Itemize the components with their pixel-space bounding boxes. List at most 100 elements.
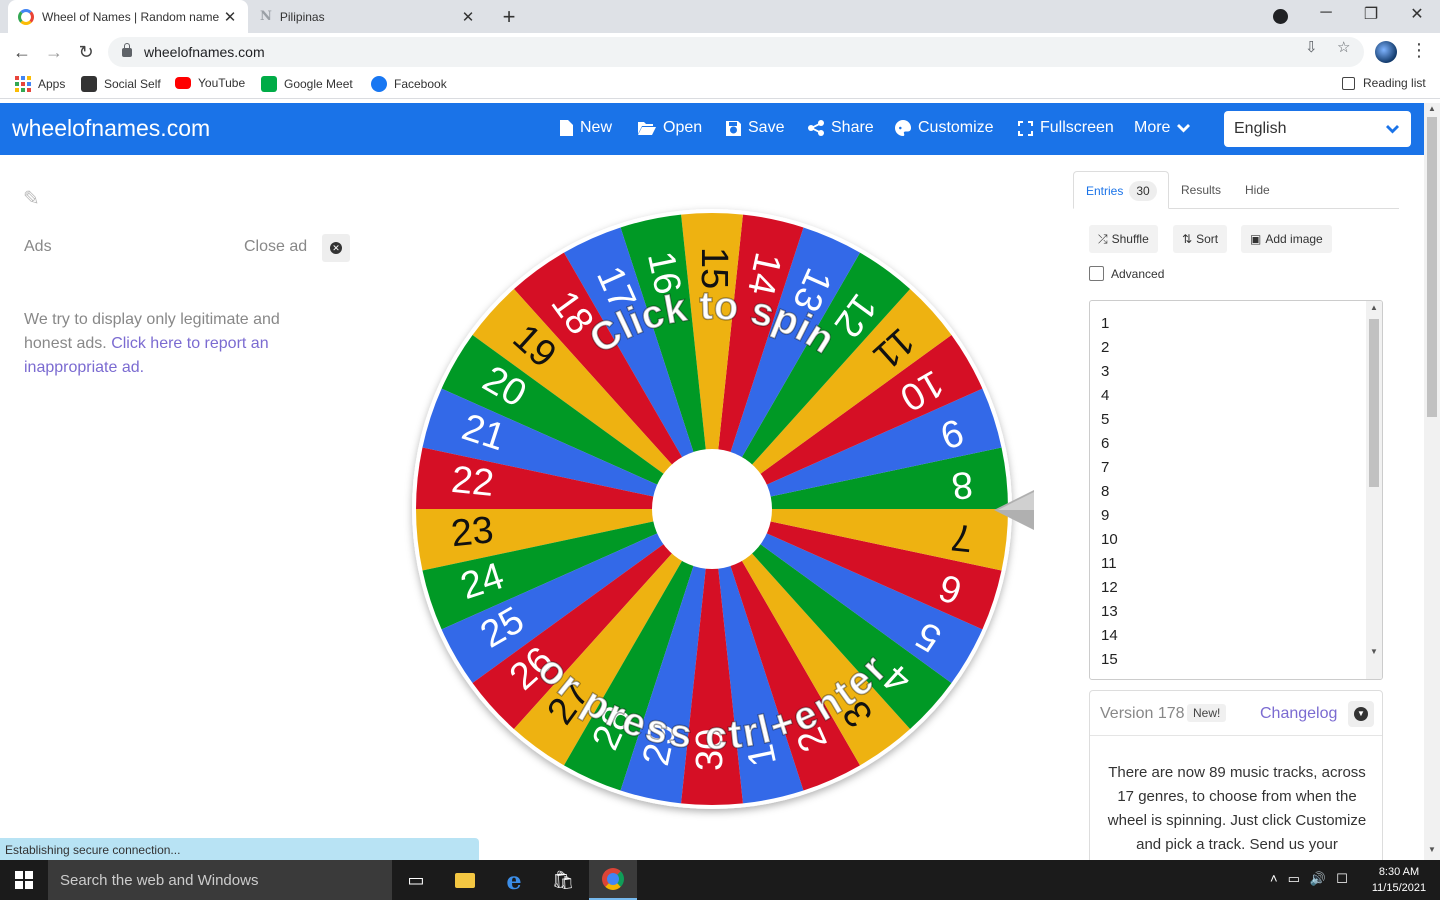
scroll-up-icon[interactable]: ▲ bbox=[1370, 303, 1378, 312]
close-ad-label[interactable]: Close ad bbox=[244, 238, 307, 256]
system-tray: ˄ ▭ 🔊 ☐ bbox=[1270, 871, 1348, 887]
entry-line: 12 bbox=[1101, 579, 1118, 596]
version-label: Version 178 bbox=[1100, 705, 1185, 722]
sort-icon: ⇅ bbox=[1182, 232, 1193, 246]
scroll-thumb[interactable] bbox=[1369, 319, 1379, 487]
network-icon[interactable]: ▭ bbox=[1288, 871, 1300, 887]
entry-list: 1 2 3 4 5 6 7 8 9 10 11 12 13 14 15 bbox=[1101, 312, 1118, 672]
entries-scrollbar[interactable]: ▲ ▼ bbox=[1366, 301, 1382, 679]
taskbar-search[interactable]: Search the web and Windows bbox=[48, 860, 392, 900]
nav-label: More bbox=[1134, 119, 1171, 136]
windows-taskbar: Search the web and Windows ▭ e 🛍 ˄ ▭ 🔊 ☐… bbox=[0, 860, 1440, 900]
version-notes: There are now 89 music tracks, across 17… bbox=[1107, 764, 1367, 853]
file-explorer-icon[interactable] bbox=[441, 860, 489, 900]
task-view-icon[interactable]: ▭ bbox=[392, 860, 440, 900]
tab-pilipinas[interactable]: N Pilipinas ✕ bbox=[250, 0, 486, 33]
scroll-down-icon[interactable]: ▼ bbox=[1428, 845, 1436, 854]
wheel-segment-label: 23 bbox=[449, 509, 495, 555]
close-tab-icon[interactable]: ✕ bbox=[222, 8, 238, 26]
tab-hide[interactable]: Hide bbox=[1245, 171, 1270, 209]
new-tab-icon[interactable]: + bbox=[498, 4, 520, 30]
scroll-down-icon[interactable]: ▼ bbox=[1370, 647, 1378, 656]
reading-list[interactable]: Reading list bbox=[1342, 76, 1426, 90]
entry-line: 13 bbox=[1101, 603, 1118, 620]
edit-icon[interactable]: ✎ bbox=[23, 186, 40, 211]
nav-save[interactable]: Save bbox=[726, 119, 784, 137]
notifications-icon[interactable]: ☐ bbox=[1336, 871, 1348, 887]
reload-icon[interactable]: ↻ bbox=[73, 39, 99, 65]
chevron-down-circle-icon: ▼ bbox=[1354, 707, 1368, 721]
language-value: English bbox=[1234, 120, 1287, 137]
wheel-graphic[interactable]: 1 234567891011121314151617181920212223242… bbox=[410, 207, 1014, 811]
browser-tabstrip: Wheel of Names | Random name picker ✕ N … bbox=[0, 0, 1440, 33]
address-bar[interactable]: wheelofnames.com bbox=[108, 37, 1364, 67]
nav-label: Open bbox=[663, 119, 703, 136]
tab-results[interactable]: Results bbox=[1181, 171, 1221, 209]
nav-share[interactable]: Share bbox=[808, 119, 874, 137]
bookmark-youtube[interactable]: YouTube bbox=[175, 76, 245, 90]
bookmarks-bar: Apps Social Self YouTube Google Meet Fac… bbox=[0, 71, 1440, 99]
collapse-button[interactable]: ▼ bbox=[1348, 701, 1374, 727]
tab-wheel-of-names[interactable]: Wheel of Names | Random name picker ✕ bbox=[8, 0, 248, 33]
page-scrollbar[interactable]: ▲ ▼ bbox=[1424, 103, 1440, 860]
bookmark-apps[interactable]: Apps bbox=[15, 76, 65, 92]
window-close-icon[interactable]: ✕ bbox=[1402, 4, 1432, 24]
close-ad-button[interactable]: ✕ bbox=[322, 234, 350, 262]
social-self-icon bbox=[81, 76, 97, 92]
profile-avatar[interactable] bbox=[1375, 41, 1397, 63]
bookmark-label: Google Meet bbox=[284, 77, 353, 91]
bookmark-label: YouTube bbox=[198, 76, 246, 90]
site-brand[interactable]: wheelofnames.com bbox=[12, 115, 210, 142]
browser-menu-icon[interactable]: ⋮ bbox=[1410, 40, 1428, 61]
palette-icon bbox=[895, 120, 911, 136]
advanced-toggle[interactable]: Advanced bbox=[1089, 266, 1164, 281]
wheel-segment-label: 7 bbox=[949, 515, 974, 559]
tab-search-icon[interactable] bbox=[1273, 9, 1288, 24]
bookmark-facebook[interactable]: Facebook bbox=[371, 76, 447, 92]
bookmark-social-self[interactable]: Social Self bbox=[81, 76, 161, 92]
tray-chevron-icon[interactable]: ˄ bbox=[1270, 871, 1278, 887]
sort-button[interactable]: ⇅ Sort bbox=[1173, 225, 1228, 253]
nav-new[interactable]: New bbox=[560, 119, 612, 137]
advanced-checkbox[interactable] bbox=[1089, 266, 1104, 281]
bookmark-star-icon[interactable]: ☆ bbox=[1337, 38, 1350, 56]
back-icon[interactable]: ← bbox=[9, 39, 35, 65]
nav-label: Customize bbox=[918, 119, 994, 136]
shuffle-button[interactable]: ⤮ Shuffle bbox=[1089, 225, 1158, 253]
nav-more[interactable]: More bbox=[1134, 119, 1191, 137]
close-tab-icon[interactable]: ✕ bbox=[460, 8, 476, 26]
forward-icon[interactable]: → bbox=[41, 39, 67, 65]
language-select[interactable]: English bbox=[1224, 111, 1411, 147]
store-icon[interactable]: 🛍 bbox=[539, 860, 587, 900]
entries-textarea[interactable]: 1 2 3 4 5 6 7 8 9 10 11 12 13 14 15 ▲ ▼ bbox=[1089, 300, 1383, 680]
changelog-link[interactable]: Changelog bbox=[1260, 705, 1337, 723]
clock-time: 8:30 AM bbox=[1378, 866, 1420, 878]
add-image-button[interactable]: ▣ Add image bbox=[1241, 225, 1332, 253]
scroll-up-icon[interactable]: ▲ bbox=[1428, 104, 1436, 113]
page-scroll-thumb[interactable] bbox=[1427, 117, 1437, 417]
ad-notice: We try to display only legitimate and ho… bbox=[24, 308, 314, 380]
minimize-icon[interactable]: ─ bbox=[1311, 4, 1341, 22]
start-button[interactable] bbox=[0, 860, 48, 900]
wheel-segment-label: 8 bbox=[950, 463, 975, 507]
edge-icon[interactable]: e bbox=[490, 860, 538, 900]
entry-line: 6 bbox=[1101, 435, 1110, 452]
nav-customize[interactable]: Customize bbox=[895, 119, 994, 137]
nav-fullscreen[interactable]: Fullscreen bbox=[1018, 119, 1114, 137]
nav-open[interactable]: Open bbox=[638, 119, 702, 137]
restore-icon[interactable]: ❐ bbox=[1356, 4, 1386, 24]
ads-label: Ads bbox=[24, 238, 52, 255]
entries-tabs: Entries 30 Results Hide bbox=[1073, 171, 1399, 209]
share-icon bbox=[808, 120, 824, 136]
bookmark-google-meet[interactable]: Google Meet bbox=[261, 76, 353, 92]
nav-label: Share bbox=[831, 119, 874, 136]
taskbar-clock[interactable]: 8:30 AM 11/15/2021 bbox=[1366, 864, 1432, 896]
chrome-taskbar-icon[interactable] bbox=[589, 860, 637, 900]
tab-title: Wheel of Names | Random name picker bbox=[42, 9, 222, 24]
install-icon[interactable]: ⇩ bbox=[1305, 38, 1318, 56]
tab-entries[interactable]: Entries 30 bbox=[1073, 171, 1169, 209]
volume-icon[interactable]: 🔊 bbox=[1310, 871, 1326, 887]
wheel-center[interactable] bbox=[652, 449, 772, 569]
spin-wheel[interactable]: 1 2 3 4 5 6 7 8 9 10 11 12 13 14 15 16 17 18 19 20 21 22 23 24 2… bbox=[410, 207, 1014, 811]
image-icon: ▣ bbox=[1250, 232, 1262, 246]
